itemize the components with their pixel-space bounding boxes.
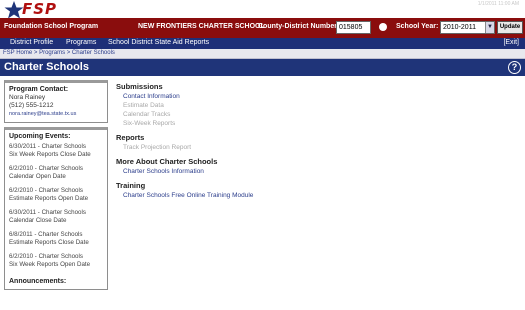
nav-district-profile[interactable]: District Profile	[10, 39, 53, 46]
school-year-label: School Year:	[396, 23, 439, 30]
section-submissions: Submissions Contact Information Estimate…	[116, 82, 516, 128]
fsp-logo: FSP	[22, 0, 58, 18]
main-content: Submissions Contact Information Estimate…	[116, 82, 516, 205]
section-heading: Reports	[116, 133, 145, 142]
announcements-heading: Announcements:	[9, 278, 67, 285]
nav-state-aid-reports[interactable]: School District State Aid Reports	[108, 39, 209, 46]
link-calendar-tracks: Calendar Tracks	[123, 111, 171, 118]
program-name: Foundation School Program	[4, 23, 99, 30]
event-item: 6/2/2010 - Charter Schools Calendar Open …	[9, 165, 83, 180]
sidebar: Program Contact: Nora Rainey (512) 555-1…	[4, 80, 108, 294]
link-charter-schools-information[interactable]: Charter Schools Information	[123, 167, 516, 176]
contact-name: Nora Rainey	[9, 94, 46, 101]
events-box: Upcoming Events: 6/30/2011 - Charter Sch…	[4, 127, 108, 290]
update-button[interactable]: Update	[497, 21, 523, 34]
school-name: NEW FRONTIERS CHARTER SCHOOL	[138, 23, 265, 30]
link-six-week-reports: Six-Week Reports	[123, 120, 176, 127]
contact-heading: Program Contact:	[9, 86, 69, 93]
link-contact-information[interactable]: Contact Information	[123, 92, 516, 101]
county-district-label: County-District Number:	[258, 23, 340, 30]
county-district-input[interactable]: 015805	[336, 21, 371, 34]
chevron-down-icon[interactable]: ▼	[485, 22, 494, 33]
event-item: 6/30/2011 - Charter Schools Six Week Repo…	[9, 143, 91, 158]
section-heading: Training	[116, 181, 146, 190]
contact-email[interactable]: nora.rainey@tea.state.tx.us	[9, 110, 103, 118]
lookup-icon[interactable]	[379, 23, 387, 31]
contact-box: Program Contact: Nora Rainey (512) 555-1…	[4, 80, 108, 123]
help-icon[interactable]: ?	[508, 61, 521, 74]
link-track-projection-report: Track Projection Report	[123, 144, 192, 151]
link-training-module[interactable]: Charter Schools Free Online Training Mod…	[123, 191, 516, 200]
event-item: 6/8/2011 - Charter Schools Estimate Repor…	[9, 231, 89, 246]
event-item: 6/30/2011 - Charter Schools Calendar Clos…	[9, 209, 86, 224]
page-title: Charter Schools	[4, 61, 89, 73]
school-year-select[interactable]: 2010-2011 ▼	[440, 21, 495, 34]
main-nav: District Profile Programs School Distric…	[0, 38, 525, 49]
contact-phone: (512) 555-1212	[9, 102, 54, 109]
nav-programs[interactable]: Programs	[66, 39, 96, 46]
title-bar: Charter Schools ?	[0, 59, 525, 76]
program-header: Foundation School Program NEW FRONTIERS …	[0, 18, 525, 38]
section-training: Training Charter Schools Free Online Tra…	[116, 181, 516, 200]
events-heading: Upcoming Events:	[9, 133, 71, 140]
faint-timestamp: 1/1/2011 11:00 AM	[477, 1, 519, 7]
breadcrumb-text[interactable]: FSP Home > Programs > Charter Schools	[3, 50, 115, 56]
link-estimate-data: Estimate Data	[123, 102, 164, 109]
event-item: 6/2/2010 - Charter Schools Estimate Repor…	[9, 187, 89, 202]
section-heading: Submissions	[116, 82, 163, 91]
star-icon	[4, 1, 24, 19]
event-item: 6/2/2010 - Charter Schools Six Week Repor…	[9, 253, 91, 268]
section-heading: More About Charter Schools	[116, 157, 218, 166]
section-more-about: More About Charter Schools Charter Schoo…	[116, 157, 516, 176]
breadcrumb: FSP Home > Programs > Charter Schools	[0, 49, 525, 59]
logo-bar: FSP 1/1/2011 11:00 AM	[0, 0, 525, 19]
section-reports: Reports Track Projection Report	[116, 133, 516, 152]
exit-link[interactable]: [Exit]	[503, 39, 519, 46]
school-year-value: 2010-2011	[443, 24, 476, 31]
